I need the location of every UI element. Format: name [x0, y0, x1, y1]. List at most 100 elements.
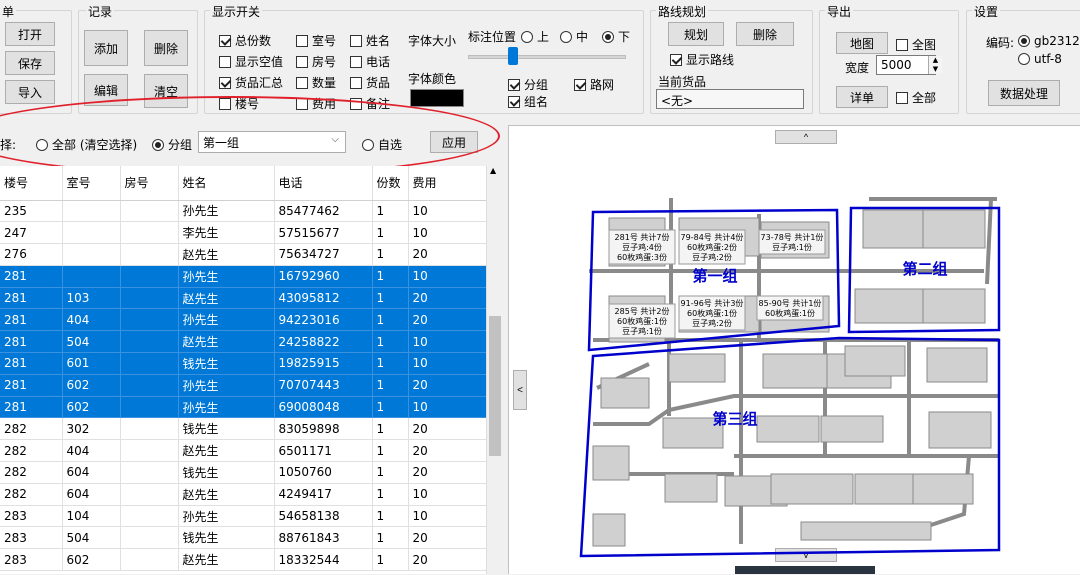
width-spinner[interactable]: ▲ ▼	[928, 56, 942, 74]
table-cell: 赵先生	[178, 483, 275, 506]
check-house-no[interactable]: 房号	[296, 53, 336, 70]
table-row[interactable]: 281 504 赵先生 24258822 1 10	[0, 330, 486, 354]
check-room-no[interactable]: 室号	[296, 32, 336, 49]
building	[600, 377, 650, 409]
building	[928, 411, 992, 449]
table-row[interactable]: 282 604 赵先生 4249417 1 10	[0, 483, 486, 506]
table-cell: 16792960	[274, 265, 373, 288]
table-cell: 282	[0, 461, 63, 484]
check-group[interactable]: 分组	[508, 76, 548, 93]
check-group-name[interactable]: 组名	[508, 93, 548, 110]
building	[926, 347, 988, 383]
table-row[interactable]: 276 赵先生 75634727 1 20	[0, 243, 486, 266]
table-cell: 4249417	[274, 483, 373, 506]
edit-button[interactable]: 编辑	[84, 74, 128, 106]
apply-button[interactable]: 应用	[430, 131, 478, 153]
save-button[interactable]: 保存	[5, 51, 55, 75]
check-total-count[interactable]: 总份数	[219, 32, 271, 49]
import-button[interactable]: 导入	[5, 80, 55, 104]
table-row[interactable]: 282 404 赵先生 6501171 1 20	[0, 439, 486, 463]
export-map-button[interactable]: 地图	[836, 32, 888, 54]
group-select-value: 第一组	[203, 136, 240, 150]
table-row[interactable]: 235 孙先生 85477462 1 10	[0, 200, 486, 223]
check-goods[interactable]: 货品	[350, 74, 390, 91]
table-cell	[120, 221, 179, 245]
check-full-map[interactable]: 全图	[896, 36, 936, 53]
column-header[interactable]: 电话	[274, 166, 373, 201]
radio-encoding-gb2312[interactable]: gb2312	[1018, 34, 1080, 48]
table-cell: 94223016	[274, 308, 373, 332]
radio-encoding-utf8[interactable]: utf-8	[1018, 52, 1062, 66]
check-phone[interactable]: 电话	[350, 53, 390, 70]
building	[854, 288, 924, 324]
open-button[interactable]: 打开	[5, 22, 55, 46]
clear-button[interactable]: 清空	[144, 74, 188, 108]
table-row[interactable]: 283 104 孙先生 54658138 1 10	[0, 505, 486, 528]
radio-filter-group[interactable]: 分组	[152, 136, 192, 153]
table-scrollbar[interactable]: ▲	[486, 166, 502, 574]
check-show-route[interactable]: 显示路线	[670, 51, 734, 68]
check-quantity[interactable]: 数量	[296, 74, 336, 91]
table-cell: 283	[0, 526, 63, 550]
radio-filter-custom[interactable]: 自选	[362, 136, 402, 153]
delete-route-button[interactable]: 删除	[736, 22, 794, 46]
table-row[interactable]: 283 504 钱先生 88761843 1 20	[0, 526, 486, 550]
map-canvas[interactable]: 281号 共计7份豆子鸡:4份60枚鸡蛋:3份79-84号 共计4份60枚鸡蛋:…	[509, 126, 1080, 575]
table-row[interactable]: 283 602 赵先生 18332544 1 20	[0, 548, 486, 572]
table-cell	[120, 308, 179, 332]
table-row[interactable]: 281 601 钱先生 19825915 1 10	[0, 352, 486, 375]
table-cell: 404	[62, 439, 121, 463]
table-cell: 504	[62, 526, 121, 550]
table-cell	[120, 417, 179, 441]
font-color-swatch[interactable]	[410, 89, 464, 107]
table-row[interactable]: 281 404 孙先生 94223016 1 20	[0, 308, 486, 332]
check-goods-summary[interactable]: 货品汇总	[219, 74, 283, 91]
column-header[interactable]: 费用	[408, 166, 486, 201]
table-cell: 604	[62, 461, 121, 484]
radio-position-middle[interactable]: 中	[560, 28, 588, 45]
table-row[interactable]: 281 103 赵先生 43095812 1 20	[0, 287, 486, 310]
data-process-button[interactable]: 数据处理	[988, 80, 1060, 106]
radio-position-bottom[interactable]: 下	[602, 28, 630, 45]
scroll-up-arrow-icon[interactable]: ▲	[490, 166, 496, 175]
plan-route-button[interactable]: 规划	[668, 22, 724, 46]
scrollbar-thumb[interactable]	[489, 316, 501, 456]
column-header[interactable]: 室号	[62, 166, 121, 201]
column-header[interactable]: 房号	[120, 166, 179, 201]
export-detail-button[interactable]: 详单	[836, 86, 888, 108]
zone-name-label: 第三组	[712, 410, 757, 428]
width-label: 宽度	[845, 61, 870, 75]
radio-icon	[1018, 35, 1030, 47]
building	[592, 445, 630, 481]
add-button[interactable]: 添加	[84, 30, 128, 66]
table-row[interactable]: 282 302 钱先生 83059898 1 20	[0, 417, 486, 441]
check-show-empty[interactable]: 显示空值	[219, 53, 283, 70]
table-row[interactable]: 247 李先生 57515677 1 10	[0, 221, 486, 245]
radio-position-top[interactable]: 上	[521, 28, 549, 45]
table-row[interactable]: 281 602 孙先生 69008048 1 10	[0, 396, 486, 419]
table-cell: 302	[62, 417, 121, 441]
table-row[interactable]: 281 孙先生 16792960 1 10	[0, 265, 486, 288]
table-row[interactable]: 282 604 钱先生 1050760 1 20	[0, 461, 486, 484]
check-remarks[interactable]: 备注	[350, 95, 390, 112]
table-cell: 10	[408, 505, 486, 528]
table-cell: 281	[0, 330, 63, 354]
table-cell: 43095812	[274, 287, 373, 310]
building	[592, 513, 626, 547]
font-size-slider-thumb[interactable]	[508, 47, 518, 65]
table-cell: 83059898	[274, 417, 373, 441]
check-export-all[interactable]: 全部	[896, 89, 936, 106]
column-header[interactable]: 楼号	[0, 166, 63, 201]
check-fee[interactable]: 费用	[296, 95, 336, 112]
delete-record-button[interactable]: 删除	[144, 30, 188, 66]
check-building-no[interactable]: 楼号	[219, 95, 259, 112]
group-select[interactable]: 第一组 ⌵	[198, 131, 346, 153]
check-name[interactable]: 姓名	[350, 32, 390, 49]
width-input[interactable]: 5000	[876, 55, 936, 75]
table-row[interactable]: 281 602 孙先生 70707443 1 20	[0, 374, 486, 397]
column-header[interactable]: 份数	[372, 166, 409, 201]
check-road-network[interactable]: 路网	[574, 76, 614, 93]
map-pane[interactable]: ^ < v 281号 共计7份 豆子鸡:4份 60枚鸡蛋:3份 79-84号 共…	[508, 125, 1080, 574]
radio-filter-all[interactable]: 全部 (清空选择)	[36, 136, 137, 153]
column-header[interactable]: 姓名	[178, 166, 275, 201]
